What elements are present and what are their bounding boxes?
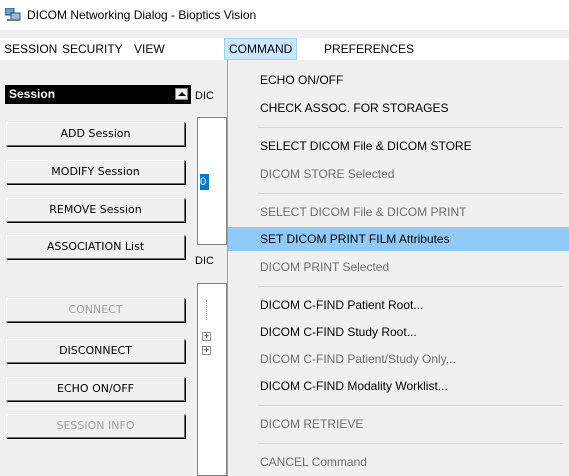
collapse-up-icon[interactable]	[175, 88, 188, 100]
expand-plus-icon[interactable]: +	[202, 346, 211, 355]
title-bar: DICOM Networking Dialog - Bioptics Visio…	[0, 0, 569, 30]
association-list-button[interactable]: ASSOCIATION List	[6, 235, 185, 259]
expand-plus-icon[interactable]: +	[202, 332, 211, 341]
menu-item-select-file-print[interactable]: SELECT DICOM File & DICOM PRINT	[228, 200, 569, 224]
echo-onoff-button[interactable]: ECHO ON/OFF	[6, 377, 185, 401]
menu-item-store-selected[interactable]: DICOM STORE Selected	[228, 162, 569, 186]
tree-view-panel[interactable]	[197, 283, 227, 476]
command-dropdown-menu: ECHO ON/OFF CHECK ASSOC. FOR STORAGES SE…	[227, 60, 569, 476]
menu-item-cfind-patient-study-only[interactable]: DICOM C-FIND Patient/Study Only...	[228, 347, 569, 371]
menu-security[interactable]: SECURITY	[58, 38, 127, 60]
menu-separator	[258, 193, 563, 194]
disconnect-button[interactable]: DISCONNECT	[6, 339, 185, 363]
menu-item-cfind-patient-root[interactable]: DICOM C-FIND Patient Root...	[228, 293, 569, 317]
menu-command[interactable]: COMMAND	[224, 38, 298, 60]
menu-item-check-assoc-storages[interactable]: CHECK ASSOC. FOR STORAGES	[228, 96, 569, 120]
menu-item-cfind-modality-worklist[interactable]: DICOM C-FIND Modality Worklist...	[228, 374, 569, 398]
add-session-button[interactable]: ADD Session	[6, 122, 185, 146]
menu-separator	[258, 127, 563, 128]
menu-item-cancel-command[interactable]: CANCEL Command	[228, 450, 569, 474]
selected-session-fragment[interactable]: 0	[200, 174, 209, 190]
network-computers-icon	[5, 8, 21, 21]
menu-bar: SESSION SECURITY VIEW COMMAND PREFERENCE…	[0, 38, 569, 60]
menu-separator	[258, 405, 563, 406]
menu-session[interactable]: SESSION	[0, 38, 61, 60]
tree-connector	[206, 300, 208, 320]
remove-session-button[interactable]: REMOVE Session	[6, 198, 185, 222]
dic-label-bottom: DIC	[195, 255, 214, 267]
menu-item-print-selected[interactable]: DICOM PRINT Selected	[228, 255, 569, 279]
menu-item-retrieve[interactable]: DICOM RETRIEVE	[228, 412, 569, 436]
menu-item-select-file-store[interactable]: SELECT DICOM File & DICOM STORE	[228, 134, 569, 158]
menu-item-set-print-film-attributes[interactable]: SET DICOM PRINT FILM Attributes	[228, 227, 569, 251]
menu-item-echo-onoff[interactable]: ECHO ON/OFF	[228, 68, 569, 92]
modify-session-button[interactable]: MODIFY Session	[6, 160, 185, 184]
session-panel-title: Session	[9, 87, 56, 101]
connect-button[interactable]: CONNECT	[6, 298, 185, 322]
menu-preferences[interactable]: PREFERENCES	[320, 38, 418, 60]
window-title: DICOM Networking Dialog - Bioptics Visio…	[27, 8, 257, 22]
session-info-button[interactable]: SESSION INFO	[6, 414, 185, 438]
menu-view[interactable]: VIEW	[130, 38, 169, 60]
dic-label-top: DIC	[195, 90, 214, 102]
menu-separator	[258, 286, 563, 287]
session-panel-header: Session	[5, 85, 191, 104]
menu-item-cfind-study-root[interactable]: DICOM C-FIND Study Root...	[228, 320, 569, 344]
menu-separator	[258, 443, 563, 444]
